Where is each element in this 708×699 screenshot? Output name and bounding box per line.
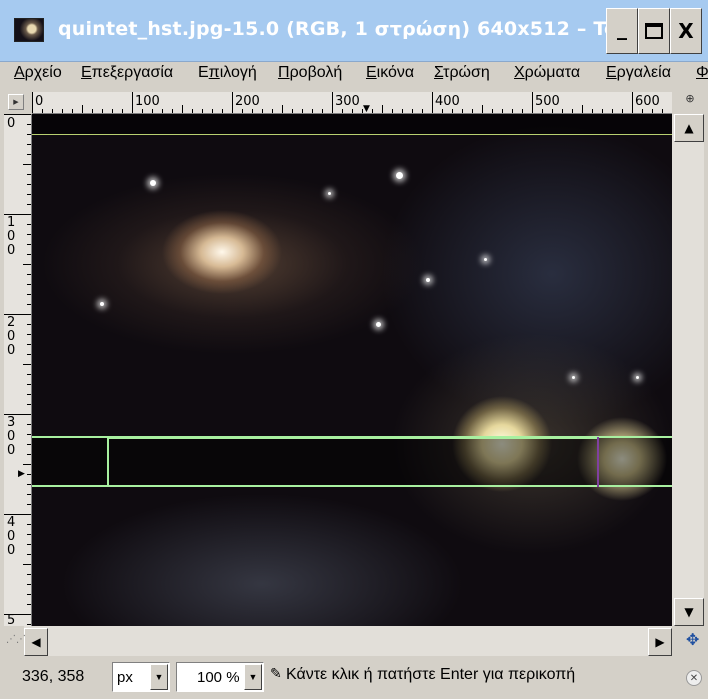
scroll-right-button[interactable]: ▶ — [648, 628, 672, 656]
pointer-position-marker: ▶ — [18, 469, 25, 479]
zoom-icon[interactable]: ⊕ — [680, 92, 700, 110]
scroll-down-button[interactable]: ▼ — [674, 598, 704, 626]
menu-image[interactable]: Εικόνα — [366, 64, 414, 82]
ruler-label: 600 — [635, 94, 660, 109]
image-menu-button[interactable]: ▶ — [8, 94, 24, 110]
menu-tools[interactable]: Εργαλεία — [606, 64, 671, 82]
ruler-label: 100 — [135, 94, 160, 109]
window-titlebar[interactable]: quintet_hst.jpg-15.0 (RGB, 1 στρώση) 640… — [0, 0, 708, 62]
pointer-position-marker: ▼ — [363, 104, 370, 114]
crop-tool-icon: ✎ — [270, 666, 282, 682]
ruler-label: 200 — [235, 94, 260, 109]
menubar: Αρχείο Επεξεργασία Επιλογή Προβολή Εικόν… — [0, 62, 708, 88]
status-message: Κάντε κλικ ή πατήστε Enter για περικοπή — [286, 666, 576, 683]
star — [636, 376, 639, 379]
pointer-coordinates: 336, 358 — [22, 668, 85, 685]
image-canvas[interactable] — [32, 114, 672, 626]
maximize-button[interactable] — [638, 8, 670, 54]
crop-rectangle[interactable] — [107, 437, 599, 487]
ruler-label-stacked: 5 — [7, 613, 16, 627]
image-thumbnail-icon — [14, 18, 44, 42]
ruler-label-stacked: 100 — [7, 215, 16, 258]
crop-shade-top — [32, 114, 672, 134]
arrow-left-icon: ◀ — [31, 635, 41, 649]
minimize-icon: _ — [617, 16, 627, 40]
star — [376, 322, 381, 327]
ruler-label: 300 — [335, 94, 360, 109]
star — [426, 278, 430, 282]
ruler-label-stacked: 300 — [7, 415, 16, 458]
horizontal-scrollbar[interactable]: ◀ ▶ — [24, 626, 672, 656]
navigate-icon[interactable]: ✥ — [686, 630, 699, 649]
zoom-value: 100 % — [197, 669, 240, 686]
star — [572, 376, 575, 379]
vertical-scrollbar[interactable]: ▲ ▼ — [672, 114, 704, 626]
ruler-label-stacked: 400 — [7, 515, 16, 558]
menu-select[interactable]: Επιλογή — [198, 64, 257, 82]
star — [150, 180, 156, 186]
arrow-down-icon: ▼ — [684, 605, 694, 619]
quick-mask-icon[interactable]: ⋰⋰ — [6, 634, 26, 645]
menu-view[interactable]: Προβολή — [278, 64, 342, 82]
star — [100, 302, 104, 306]
chevron-down-icon: ▼ — [244, 664, 262, 690]
unit-value: px — [117, 669, 133, 686]
menu-file[interactable]: Αρχείο — [14, 64, 62, 82]
scroll-up-button[interactable]: ▲ — [674, 114, 704, 142]
ruler-label-stacked: 200 — [7, 315, 16, 358]
arrow-up-icon: ▲ — [684, 121, 694, 135]
window-title: quintet_hst.jpg-15.0 (RGB, 1 στρώση) 640… — [58, 18, 640, 40]
image-top-guide — [32, 134, 672, 135]
ruler-label: 500 — [535, 94, 560, 109]
scroll-left-button[interactable]: ◀ — [24, 628, 48, 656]
menu-colors[interactable]: Χρώματα — [514, 64, 580, 82]
star — [396, 172, 403, 179]
menu-edit[interactable]: Επεξεργασία — [81, 64, 173, 82]
ruler-label: 0 — [35, 94, 44, 109]
vertical-ruler[interactable]: 0 100 200 300 400 5 ▶ — [4, 114, 32, 626]
ruler-label: 0 — [7, 116, 16, 131]
ruler-label: 400 — [435, 94, 460, 109]
minimize-button[interactable]: _ — [606, 8, 638, 54]
arrow-right-icon: ▶ — [655, 635, 665, 649]
close-icon: X — [678, 19, 694, 43]
horizontal-ruler[interactable]: 0 100 200 300 400 500 600 ▼ — [32, 92, 672, 114]
menu-filters[interactable]: Φ — [696, 64, 708, 82]
maximize-icon — [645, 23, 663, 39]
cancel-icon[interactable]: ✕ — [686, 670, 702, 686]
star — [328, 192, 331, 195]
statusbar: 336, 358 px ▼ 100 % ▼ ✎ Κάντε κλικ ή πατ… — [0, 656, 708, 699]
chevron-down-icon: ▼ — [150, 664, 168, 690]
close-button[interactable]: X — [670, 8, 702, 54]
crop-handle-right[interactable] — [597, 437, 599, 487]
star — [484, 258, 487, 261]
menu-layer[interactable]: Στρώση — [434, 64, 490, 82]
zoom-select[interactable]: 100 % ▼ — [176, 662, 264, 692]
unit-select[interactable]: px ▼ — [112, 662, 170, 692]
